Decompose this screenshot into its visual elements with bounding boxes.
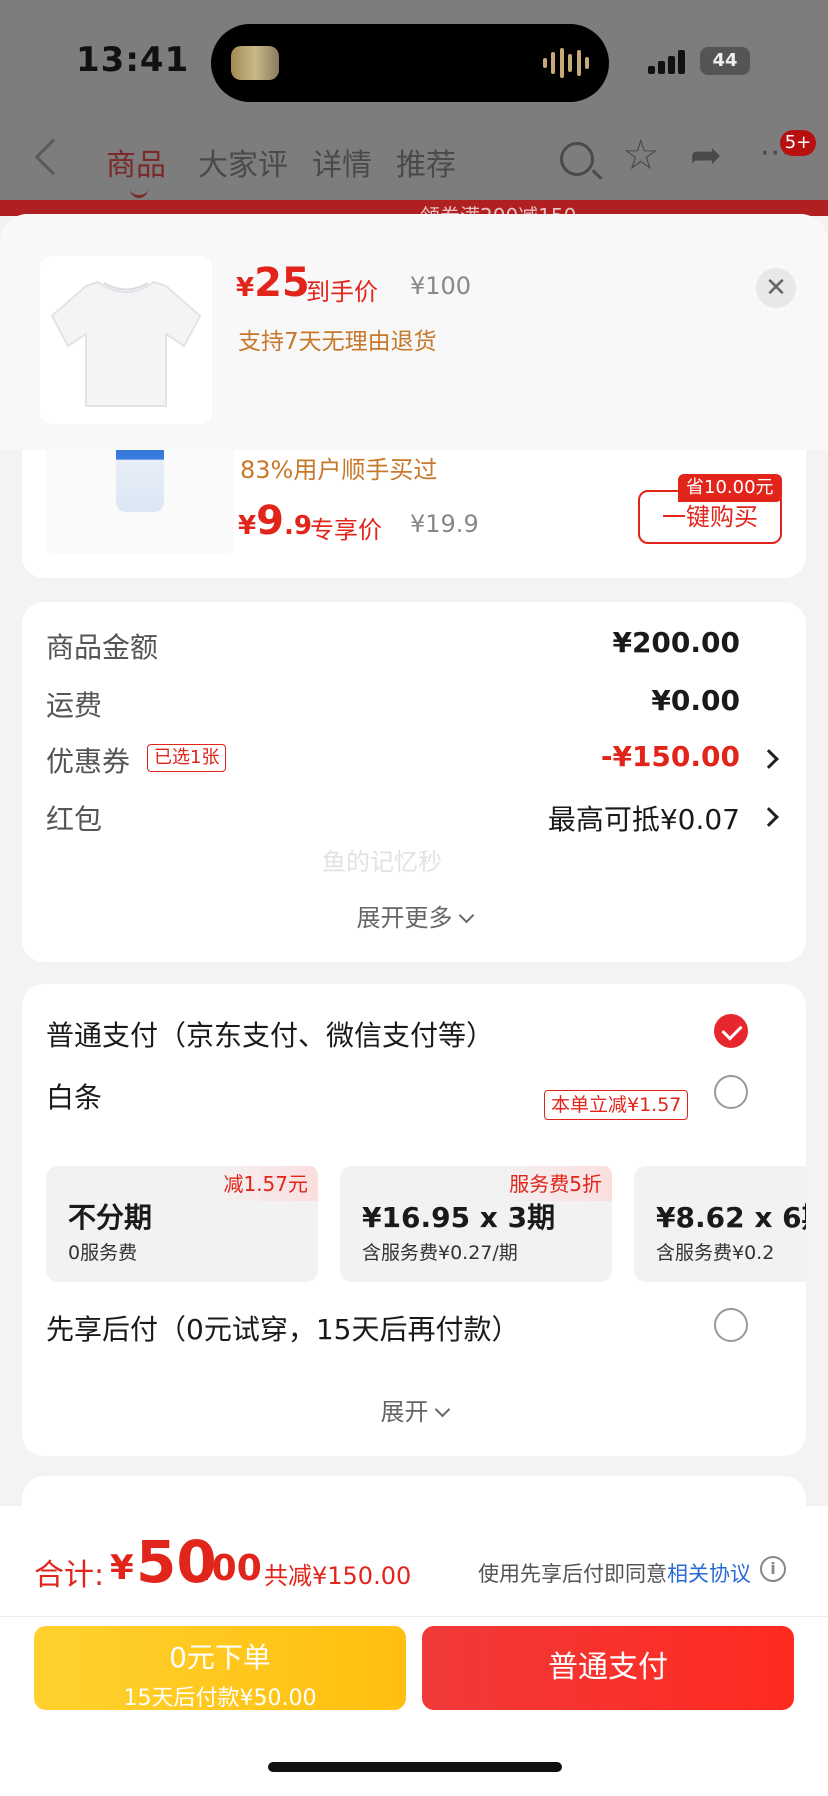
signal-icon bbox=[648, 50, 690, 74]
summary-value-goods: ¥200.00 bbox=[612, 626, 740, 659]
close-icon[interactable]: ✕ bbox=[756, 268, 796, 308]
audio-wave-icon bbox=[543, 48, 589, 78]
chevron-right-icon[interactable] bbox=[759, 749, 779, 769]
tshirt-image bbox=[50, 280, 202, 407]
total-savings: 共减¥150.00 bbox=[264, 1562, 412, 1590]
summary-label-redpacket[interactable]: 红包 bbox=[46, 798, 102, 838]
plan-sub: 0服务费 bbox=[68, 1242, 138, 1264]
star-icon[interactable]: ☆ bbox=[622, 134, 660, 176]
zero-down-order-button[interactable]: 0元下单 15天后付款¥50.00 bbox=[34, 1626, 406, 1711]
header-price: ¥25 bbox=[236, 260, 310, 306]
summary-label-coupon[interactable]: 优惠券 bbox=[46, 740, 130, 780]
summary-value-shipping: ¥0.00 bbox=[651, 684, 740, 717]
coupon-selected-tag: 已选1张 bbox=[147, 744, 227, 772]
summary-value-coupon[interactable]: -¥150.00 bbox=[601, 740, 740, 773]
return-policy: 支持7天无理由退货 bbox=[238, 329, 437, 355]
chevron-down-icon bbox=[458, 907, 474, 924]
tab-details[interactable]: 详情 bbox=[312, 140, 372, 184]
plan-main: ¥16.95 x 3期 bbox=[362, 1201, 556, 1234]
chevron-right-icon[interactable] bbox=[759, 807, 779, 827]
radio-baitiao[interactable] bbox=[714, 1075, 748, 1109]
header-price-label: 到手价 bbox=[306, 278, 378, 306]
status-bar: 13:41 44 bbox=[0, 0, 828, 120]
installment-plans: 减1.57元 不分期 0服务费 服务费5折 ¥16.95 x 3期 含服务费¥0… bbox=[46, 1166, 806, 1284]
plan-main: 不分期 bbox=[68, 1201, 153, 1234]
battery-icon: 44 bbox=[700, 47, 750, 75]
plan-sub: 含服务费¥0.27/期 bbox=[362, 1242, 518, 1264]
tab-recommend[interactable]: 推荐 bbox=[396, 140, 456, 184]
now-playing-thumbnail bbox=[231, 46, 279, 80]
expand-button[interactable]: 展开 bbox=[22, 1392, 806, 1427]
tab-product[interactable]: 商品 bbox=[106, 140, 166, 198]
plan-main: ¥8.62 x 6期 bbox=[656, 1201, 806, 1234]
checkout-footer: 合计: ¥ 50 .00 共减¥150.00 使用先享后付即同意相关协议 i 0… bbox=[0, 1506, 828, 1796]
share-icon[interactable]: ➦ bbox=[690, 136, 722, 174]
total-decimal: .00 bbox=[198, 1548, 262, 1589]
save-tag: 省10.00元 bbox=[678, 474, 782, 502]
expand-more-button[interactable]: 展开更多 bbox=[22, 898, 806, 933]
product-image bbox=[40, 256, 212, 424]
plan-6-installments[interactable]: ¥8.62 x 6期 含服务费¥0.2 bbox=[634, 1166, 806, 1282]
dynamic-island bbox=[211, 24, 609, 102]
summary-label-shipping: 运费 bbox=[46, 689, 103, 722]
status-time: 13:41 bbox=[76, 40, 190, 80]
total-label: 合计: bbox=[34, 1558, 105, 1593]
total-currency: ¥ bbox=[110, 1548, 134, 1588]
tab-reviews[interactable]: 大家评 bbox=[198, 140, 288, 184]
order-summary-card: 商品金额 ¥200.00 运费 ¥0.00 优惠券 已选1张 -¥150.00 … bbox=[22, 602, 806, 962]
recommend-note: 83%用户顺手买过 bbox=[240, 456, 438, 484]
recommend-price: ¥9.9 bbox=[238, 498, 312, 544]
agreement-link[interactable]: 相关协议 bbox=[667, 1562, 751, 1586]
payment-option-normal[interactable]: 普通支付（京东支付、微信支付等） bbox=[46, 1014, 494, 1054]
plan-sub: 含服务费¥0.2 bbox=[656, 1242, 775, 1264]
chevron-down-icon bbox=[434, 1401, 450, 1418]
divider bbox=[0, 1616, 828, 1617]
radio-pay-later[interactable] bbox=[714, 1308, 748, 1342]
summary-value-redpacket[interactable]: 最高可抵¥0.07 bbox=[548, 798, 740, 838]
message-badge: 5+ bbox=[780, 130, 816, 156]
back-icon[interactable] bbox=[34, 138, 72, 176]
home-indicator bbox=[268, 1762, 562, 1772]
plan-3-installments[interactable]: 服务费5折 ¥16.95 x 3期 含服务费¥0.27/期 bbox=[340, 1166, 612, 1282]
normal-pay-button[interactable]: 普通支付 bbox=[422, 1626, 794, 1710]
recommend-price-label: 专享价 bbox=[310, 516, 382, 544]
summary-label-goods: 商品金额 bbox=[46, 631, 159, 664]
header-original-price: ¥100 bbox=[410, 272, 472, 300]
baitiao-discount-tag: 本单立减¥1.57 bbox=[544, 1090, 689, 1120]
agreement-text: 使用先享后付即同意相关协议 bbox=[478, 1562, 751, 1586]
search-icon[interactable] bbox=[560, 142, 594, 176]
top-nav: 商品 大家评 详情 推荐 ☆ ➦ ··· bbox=[0, 130, 828, 198]
plan-no-installment[interactable]: 减1.57元 不分期 0服务费 bbox=[46, 1166, 318, 1282]
payment-option-pay-later[interactable]: 先享后付（0元试穿，15天后再付款） bbox=[46, 1308, 519, 1348]
plan-tag: 减1.57元 bbox=[213, 1166, 318, 1201]
payment-card: 普通支付（京东支付、微信支付等） 白条 本单立减¥1.57 减1.57元 不分期… bbox=[22, 984, 806, 1456]
info-icon[interactable]: i bbox=[760, 1556, 786, 1582]
radio-normal-checked[interactable] bbox=[714, 1014, 748, 1048]
payment-option-baitiao[interactable]: 白条 bbox=[46, 1076, 102, 1116]
recommend-original-price: ¥19.9 bbox=[410, 510, 479, 538]
watermark: 鱼的记忆秒 bbox=[322, 848, 442, 876]
sheet-header: ¥25 到手价 ¥100 支持7天无理由退货 ✕ bbox=[0, 214, 828, 450]
